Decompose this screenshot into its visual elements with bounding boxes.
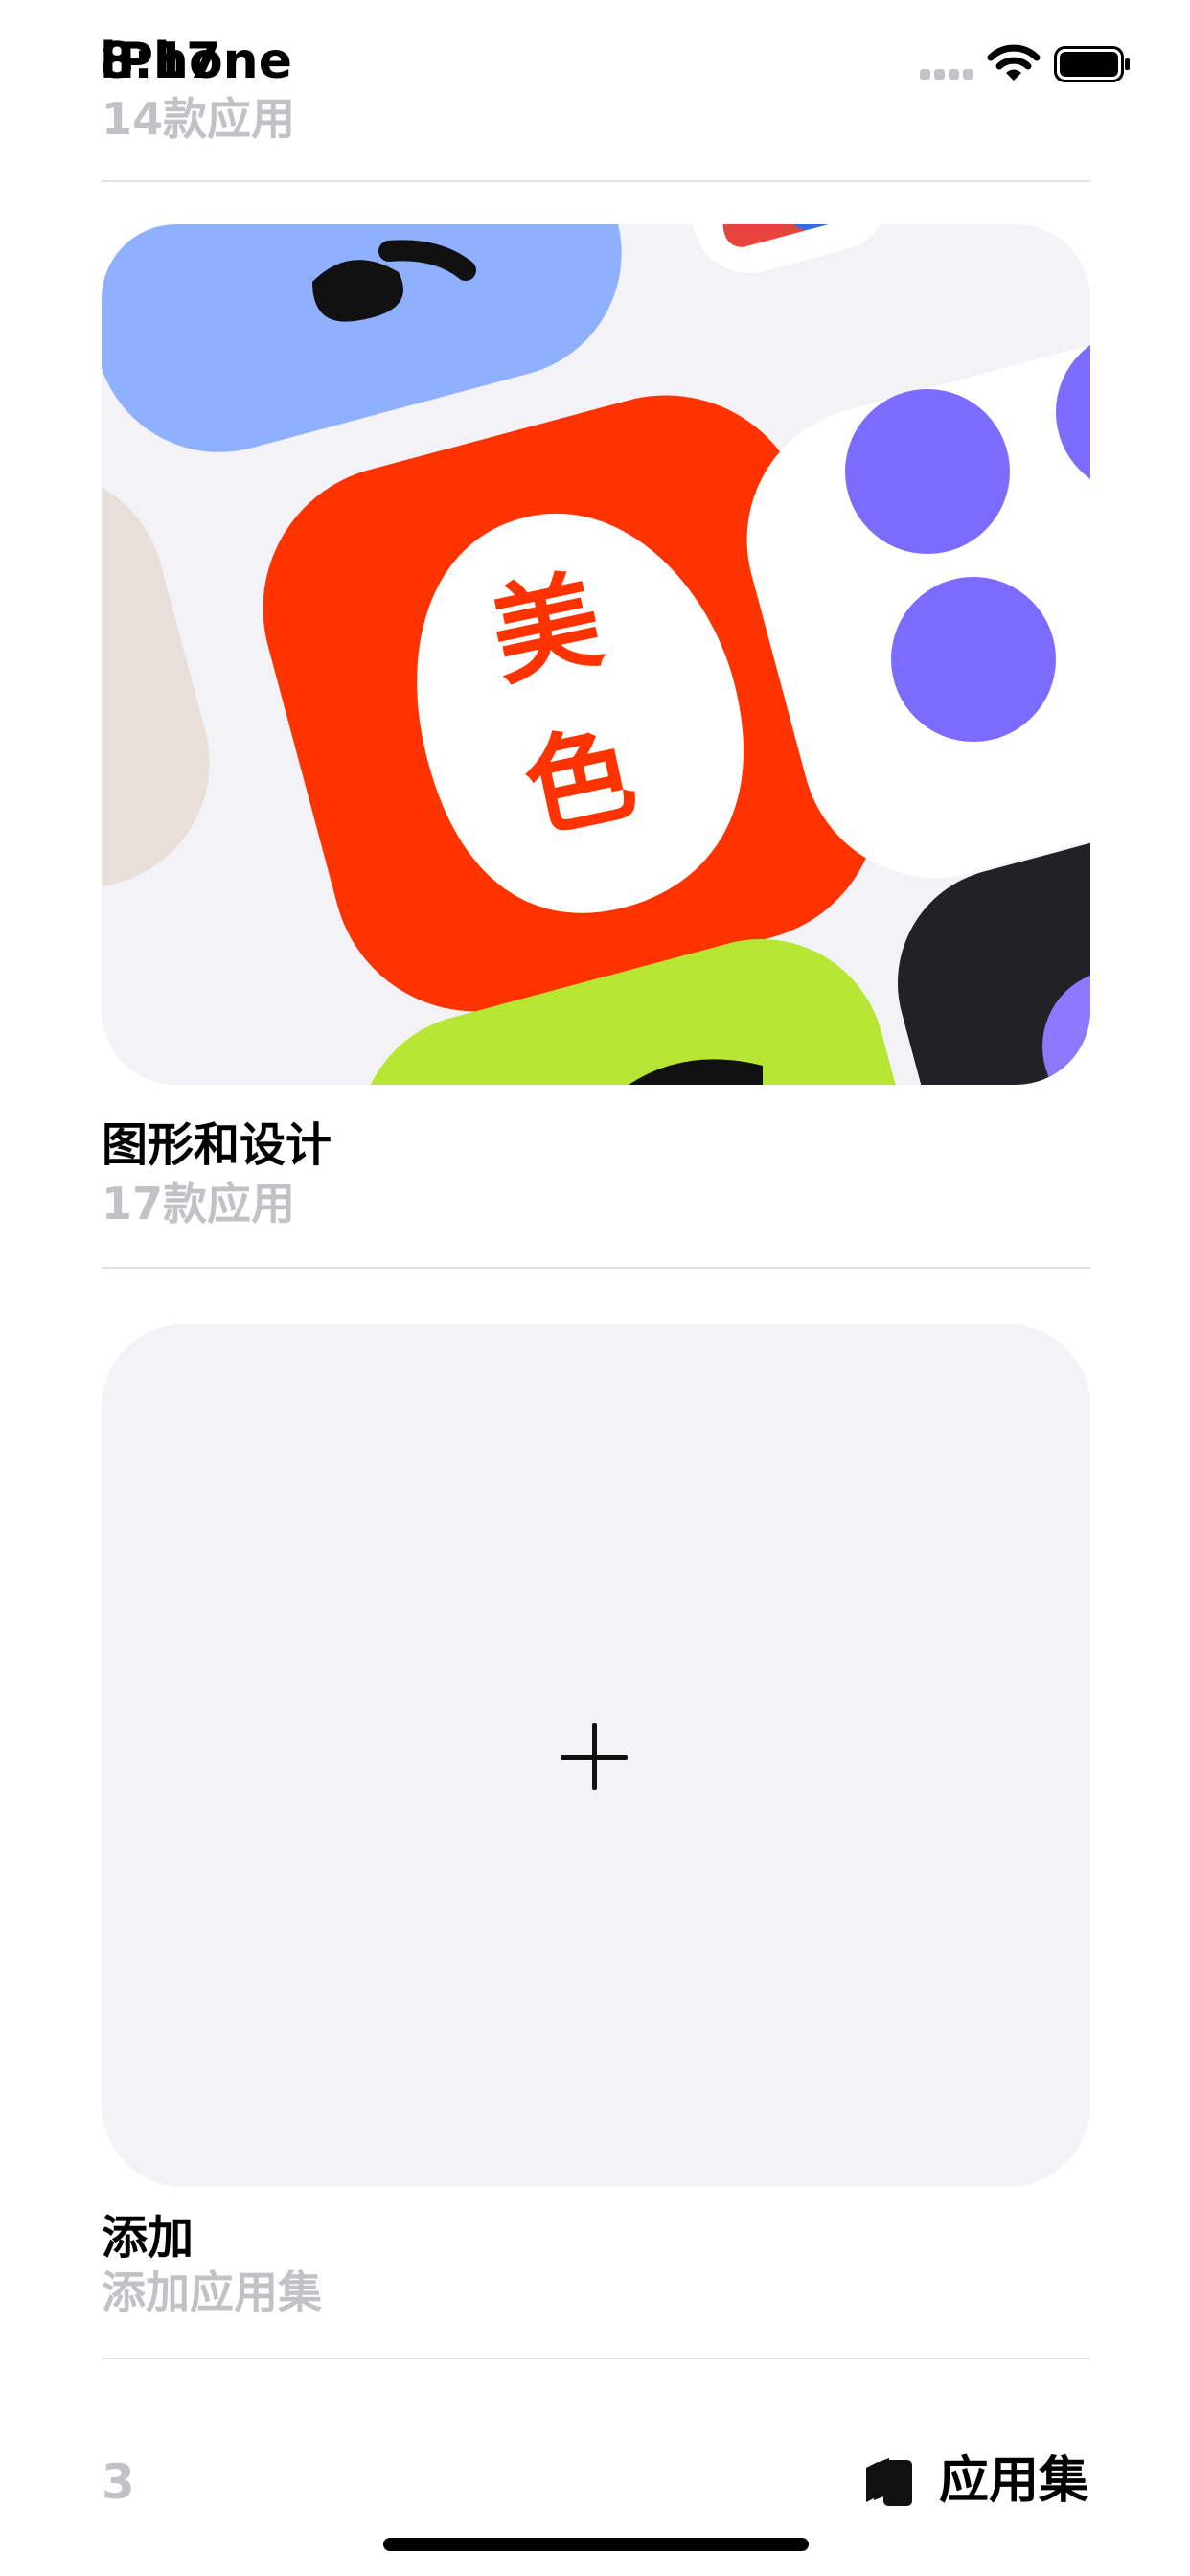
collections-label: 应用集	[939, 2452, 1089, 2510]
add-collection-title: 添加	[102, 2211, 195, 2265]
signal-icon	[920, 69, 973, 80]
wifi-icon	[987, 44, 1041, 80]
previous-collection-subtitle: 14款应用	[102, 93, 296, 145]
collection-subtitle: 17款应用	[102, 1178, 296, 1230]
collection-count: 3	[102, 2454, 135, 2510]
status-carrier: iPhone	[100, 33, 292, 90]
divider	[102, 1267, 1090, 1269]
collections-button[interactable]: 应用集	[860, 2448, 1088, 2515]
divider	[102, 2358, 1090, 2359]
plus-icon	[561, 1723, 628, 1790]
add-collection-subtitle: 添加应用集	[102, 2266, 322, 2318]
collection-card-graphics-design[interactable]: 美 色	[102, 224, 1090, 1085]
app-collections-icon	[866, 2458, 912, 2506]
divider	[102, 180, 1090, 182]
collection-title: 图形和设计	[102, 1118, 332, 1172]
battery-icon	[1054, 46, 1130, 82]
collection-artwork: 美 色	[102, 224, 1090, 1085]
home-indicator[interactable]	[383, 2538, 809, 2551]
